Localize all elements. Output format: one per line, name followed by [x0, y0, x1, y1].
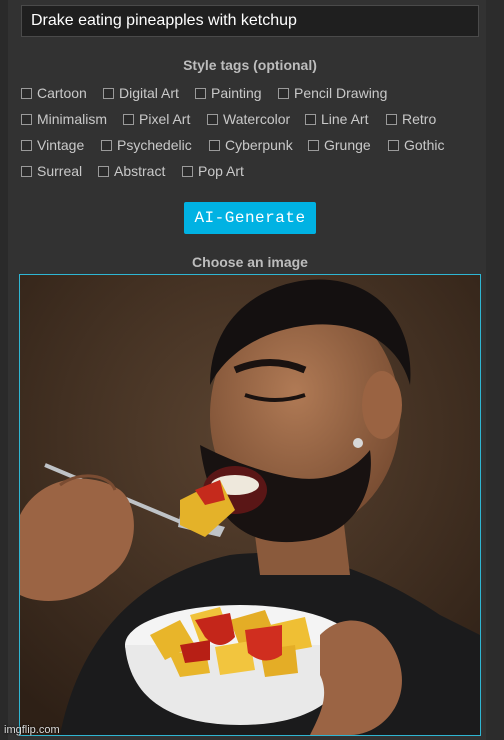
style-tag-label: Pencil Drawing: [294, 85, 388, 101]
style-tag-surreal[interactable]: Surreal: [21, 162, 82, 180]
style-tag-vintage[interactable]: Vintage: [21, 136, 84, 154]
style-tag-label: Watercolor: [223, 111, 291, 127]
style-tag-label: Pop Art: [198, 163, 244, 179]
style-tag-minimalism[interactable]: Minimalism: [21, 110, 107, 128]
prompt-input[interactable]: [21, 5, 479, 37]
style-tag-label: Abstract: [114, 163, 166, 179]
style-tag-label: Psychedelic: [117, 137, 192, 153]
style-tag-label: Grunge: [324, 137, 371, 153]
imgflip-watermark: imgflip.com: [4, 724, 60, 736]
checkbox-retro[interactable]: [386, 113, 397, 125]
checkbox-pencil-drawing[interactable]: [278, 87, 289, 99]
checkbox-grunge[interactable]: [308, 139, 319, 151]
style-tag-cartoon[interactable]: Cartoon: [21, 84, 87, 102]
style-tag-line-art[interactable]: Line Art: [305, 110, 368, 128]
choose-image-title: Choose an image: [192, 254, 308, 270]
style-tag-label: Vintage: [37, 137, 85, 153]
generated-image[interactable]: [19, 274, 481, 736]
style-tag-label: Painting: [211, 85, 262, 101]
style-tag-label: Retro: [402, 111, 437, 127]
style-tag-retro[interactable]: Retro: [386, 110, 436, 128]
style-tag-pixel-art[interactable]: Pixel Art: [123, 110, 190, 128]
style-tag-label: Cyberpunk: [225, 137, 293, 153]
checkbox-surreal[interactable]: [21, 165, 32, 177]
ai-generate-button[interactable]: AI-Generate: [184, 202, 316, 234]
checkbox-line-art[interactable]: [305, 113, 316, 125]
style-tag-digital-art[interactable]: Digital Art: [103, 84, 179, 102]
style-tag-psychedelic[interactable]: Psychedelic: [101, 136, 192, 154]
style-tag-abstract[interactable]: Abstract: [98, 162, 165, 180]
checkbox-psychedelic[interactable]: [101, 139, 112, 151]
checkbox-digital-art[interactable]: [103, 87, 114, 99]
checkbox-watercolor[interactable]: [207, 113, 218, 125]
style-tag-label: Line Art: [321, 111, 369, 127]
checkbox-painting[interactable]: [195, 87, 206, 99]
style-tag-label: Digital Art: [119, 85, 179, 101]
style-tag-cyberpunk[interactable]: Cyberpunk: [209, 136, 293, 154]
style-tag-watercolor[interactable]: Watercolor: [207, 110, 290, 128]
checkbox-vintage[interactable]: [21, 139, 32, 151]
style-tag-label: Cartoon: [37, 85, 87, 101]
scrollbar-track[interactable]: [486, 0, 504, 740]
style-tag-grunge[interactable]: Grunge: [308, 136, 371, 154]
style-tag-pop-art[interactable]: Pop Art: [182, 162, 244, 180]
checkbox-gothic[interactable]: [388, 139, 399, 151]
style-tag-label: Surreal: [37, 163, 83, 179]
checkbox-cyberpunk[interactable]: [209, 139, 220, 151]
style-tag-painting[interactable]: Painting: [195, 84, 262, 102]
drake-eating-pineapple-image: [20, 275, 480, 735]
style-tag-label: Minimalism: [37, 111, 107, 127]
style-tag-pencil-drawing[interactable]: Pencil Drawing: [278, 84, 387, 102]
checkbox-abstract[interactable]: [98, 165, 109, 177]
left-edge: [0, 0, 8, 740]
checkbox-pop-art[interactable]: [182, 165, 193, 177]
style-tags-title: Style tags (optional): [183, 57, 317, 73]
checkbox-minimalism[interactable]: [21, 113, 32, 125]
style-tag-label: Pixel Art: [139, 111, 191, 127]
checkbox-cartoon[interactable]: [21, 87, 32, 99]
style-tag-label: Gothic: [404, 137, 445, 153]
style-tag-gothic[interactable]: Gothic: [388, 136, 444, 154]
checkbox-pixel-art[interactable]: [123, 113, 134, 125]
